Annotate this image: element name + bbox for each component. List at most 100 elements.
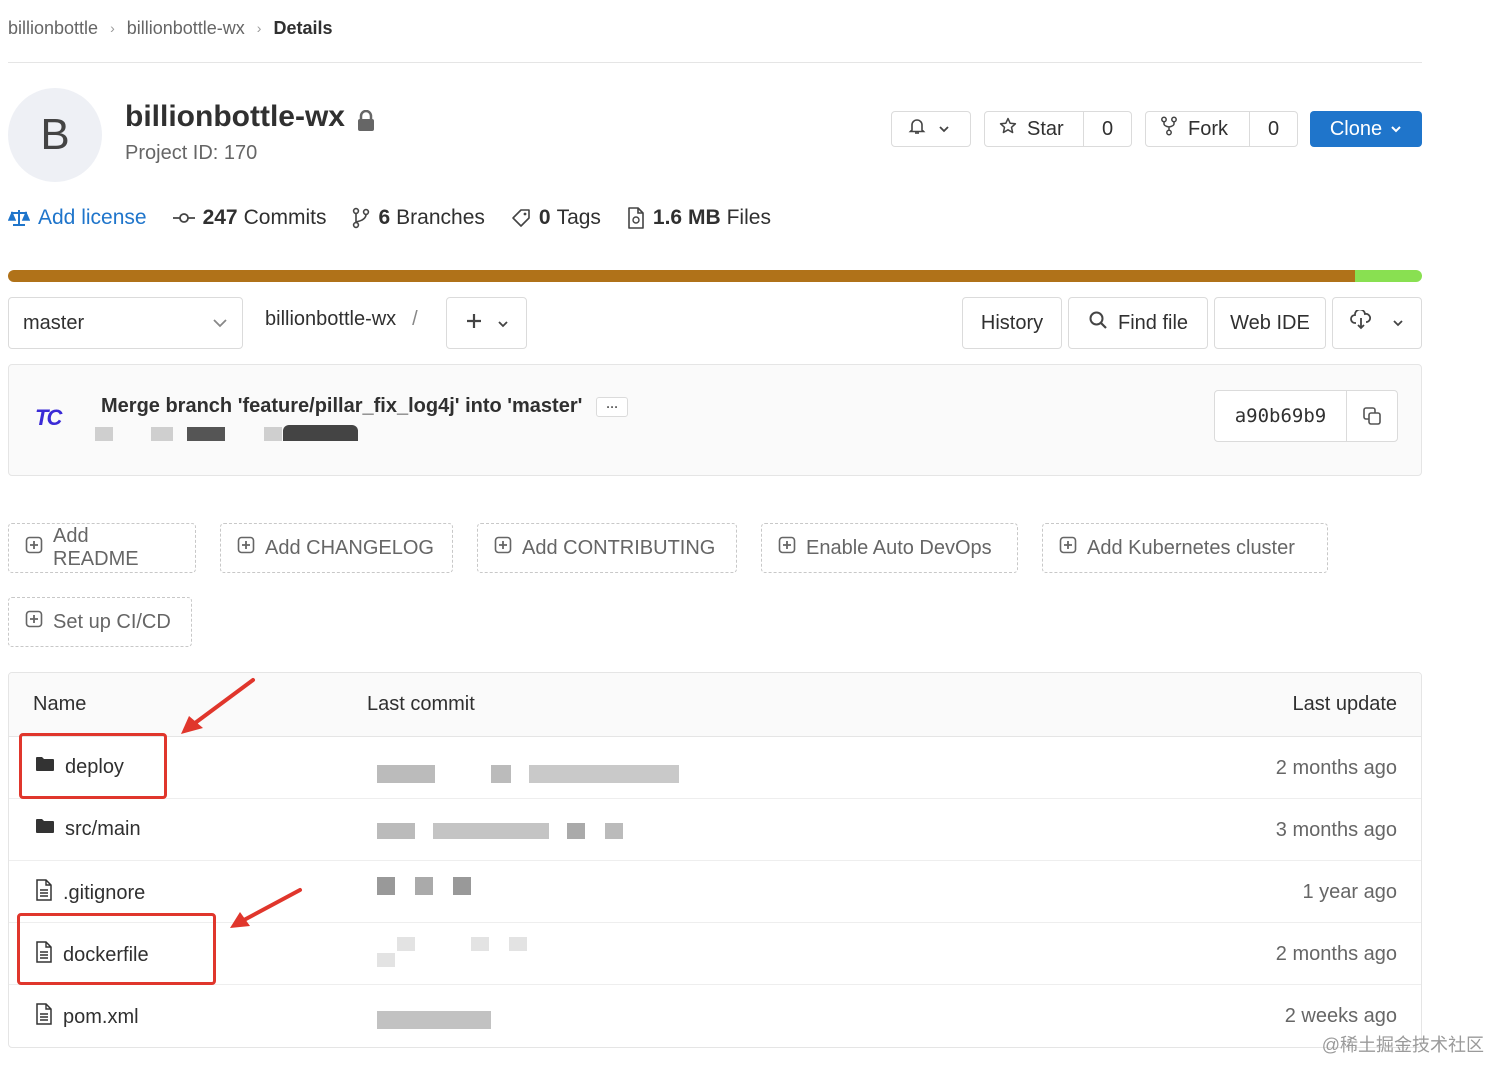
fork-label: Fork <box>1188 117 1228 140</box>
branches-label: Branches <box>396 206 485 229</box>
table-row[interactable]: src/main 3 months ago <box>9 799 1421 861</box>
fork-button[interactable]: Fork 0 <box>1145 111 1298 147</box>
redacted-commit <box>453 877 471 895</box>
add-changelog-button[interactable]: Add CHANGELOG <box>220 523 453 573</box>
file-name: .gitignore <box>63 881 146 904</box>
search-icon <box>1088 310 1108 336</box>
tags-label: Tags <box>556 206 601 229</box>
commit-sha-group: a90b69b9 <box>1214 390 1398 442</box>
download-dropdown[interactable] <box>1332 297 1422 349</box>
redacted-commit <box>491 765 511 783</box>
star-button[interactable]: Star 0 <box>984 111 1132 147</box>
plus-icon <box>465 309 483 337</box>
table-row[interactable]: pom.xml 2 weeks ago <box>9 985 1421 1047</box>
plus-square-icon <box>1059 536 1077 560</box>
redacted-commit <box>415 877 433 895</box>
add-kubernetes-cluster-label: Add Kubernetes cluster <box>1087 536 1295 559</box>
file-entry-src-main[interactable]: src/main <box>35 817 141 841</box>
files-link[interactable]: 1.6 MB Files <box>627 206 771 230</box>
web-ide-button[interactable]: Web IDE <box>1214 297 1326 349</box>
redacted-author <box>95 427 113 441</box>
redacted-commit <box>471 937 489 951</box>
branch-icon <box>352 207 370 229</box>
star-count[interactable]: 0 <box>1083 112 1131 146</box>
last-update: 2 weeks ago <box>1284 1005 1397 1027</box>
author-avatar[interactable]: TC <box>35 405 62 431</box>
project-title: billionbottle-wx <box>125 100 375 134</box>
language-bar-primary <box>8 270 1355 282</box>
file-entry-gitignore[interactable]: .gitignore <box>35 879 145 907</box>
file-icon <box>35 879 53 907</box>
language-bar-secondary <box>1355 270 1422 282</box>
add-license-label: Add license <box>38 206 147 229</box>
breadcrumb-item-project[interactable]: billionbottle-wx <box>127 18 245 39</box>
breadcrumb-item-group[interactable]: billionbottle <box>8 18 98 39</box>
branches-link[interactable]: 6 Branches <box>352 206 485 230</box>
add-kubernetes-cluster-button[interactable]: Add Kubernetes cluster <box>1042 523 1328 573</box>
commits-label: Commits <box>243 206 327 229</box>
last-commit-panel: TC Merge branch 'feature/pillar_fix_log4… <box>8 364 1422 476</box>
chevron-right-icon: › <box>110 20 115 36</box>
redacted-commit <box>567 823 585 839</box>
commits-link[interactable]: 247 Commits <box>172 206 327 230</box>
arrow-annotation-dockerfile <box>230 888 302 928</box>
breadcrumb-item-current: Details <box>273 17 333 38</box>
repository-language-bar[interactable] <box>8 270 1422 282</box>
last-update: 2 months ago <box>1275 943 1397 965</box>
file-entry-pom-xml[interactable]: pom.xml <box>35 1003 139 1031</box>
column-header-name: Name <box>33 693 87 715</box>
branch-name: master <box>23 311 85 334</box>
download-cloud-icon <box>1350 308 1372 336</box>
notification-dropdown[interactable] <box>891 111 971 147</box>
fork-count[interactable]: 0 <box>1249 112 1297 146</box>
last-update: 1 year ago <box>1302 881 1397 903</box>
find-file-button[interactable]: Find file <box>1068 297 1208 349</box>
add-readme-button[interactable]: Add README <box>8 523 196 573</box>
redacted-author <box>151 427 173 441</box>
setup-cicd-button[interactable]: Set up CI/CD <box>8 597 192 647</box>
highlight-box-deploy <box>19 733 167 799</box>
chevron-down-icon <box>1392 312 1404 335</box>
last-update: 2 months ago <box>1275 757 1397 779</box>
redacted-commit <box>529 765 679 783</box>
add-contributing-button[interactable]: Add CONTRIBUTING <box>477 523 737 573</box>
path-separator: / <box>412 308 418 330</box>
plus-square-icon <box>494 536 512 560</box>
plus-square-icon <box>237 536 255 560</box>
enable-auto-devops-button[interactable]: Enable Auto DevOps <box>761 523 1018 573</box>
star-label: Star <box>1027 117 1064 140</box>
clone-button[interactable]: Clone <box>1310 111 1422 147</box>
tags-link[interactable]: 0 Tags <box>511 206 601 230</box>
commit-message[interactable]: Merge branch 'feature/pillar_fix_log4j' … <box>101 395 582 418</box>
file-icon <box>35 1003 53 1031</box>
chevron-right-icon: › <box>256 20 262 36</box>
table-row[interactable]: deploy 2 months ago <box>9 737 1421 799</box>
history-button[interactable]: History <box>962 297 1062 349</box>
files-label: Files <box>726 206 771 229</box>
highlight-box-dockerfile <box>17 913 216 985</box>
redacted-author <box>187 427 225 441</box>
table-row[interactable]: dockerfile 2 months ago <box>9 923 1421 985</box>
expand-commit-button[interactable]: ··· <box>596 396 629 417</box>
enable-auto-devops-label: Enable Auto DevOps <box>806 536 992 559</box>
commit-sha[interactable]: a90b69b9 <box>1215 391 1347 441</box>
redacted-commit <box>605 823 623 839</box>
tags-count: 0 <box>538 206 551 229</box>
files-size: 1.6 MB <box>652 206 721 229</box>
project-id: Project ID: 170 <box>125 142 258 164</box>
copy-icon[interactable] <box>1347 391 1397 441</box>
redacted-commit <box>377 765 435 783</box>
redacted-commit <box>509 937 527 951</box>
column-header-last-commit: Last commit <box>367 693 475 715</box>
add-license-link[interactable]: Add license <box>8 206 147 230</box>
table-row[interactable]: .gitignore 1 year ago <box>9 861 1421 923</box>
file-name: src/main <box>65 817 141 840</box>
repo-path-root[interactable]: billionbottle-wx <box>265 308 396 331</box>
branch-selector[interactable]: master <box>8 297 243 349</box>
add-to-tree-dropdown[interactable] <box>446 297 527 349</box>
add-changelog-label: Add CHANGELOG <box>265 536 434 559</box>
plus-square-icon <box>25 536 43 560</box>
commit-icon <box>172 211 195 225</box>
star-icon <box>999 117 1017 141</box>
plus-square-icon <box>778 536 796 560</box>
